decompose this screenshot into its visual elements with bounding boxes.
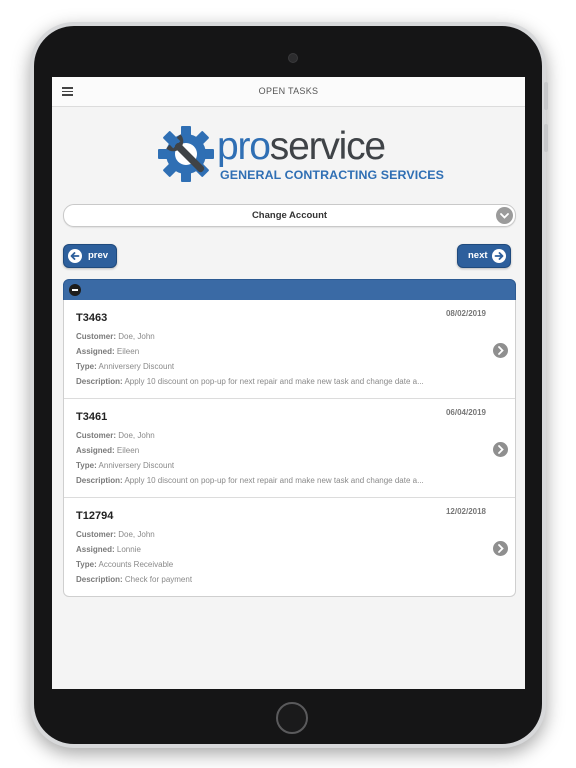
chevron-right-icon[interactable] (493, 541, 508, 556)
top-bar: OPEN TASKS (52, 77, 525, 107)
task-type: Type: Anniversery Discount (76, 362, 175, 371)
logo-tagline: GENERAL CONTRACTING SERVICES (220, 168, 445, 182)
task-row[interactable]: T3461 06/04/2019 Customer: Doe, John Ass… (64, 399, 515, 498)
task-type: Type: Accounts Receivable (76, 560, 174, 569)
app-screen: OPEN TASKS proservice GENERAL CONTRACTIN… (52, 77, 525, 689)
change-account-label: Change Account (251, 210, 328, 221)
chevron-down-icon (496, 207, 513, 224)
task-list-header (63, 279, 516, 301)
task-list: T3463 08/02/2019 Customer: Doe, John Ass… (63, 300, 516, 597)
change-account-select[interactable]: Change Account (63, 204, 516, 227)
side-button (544, 82, 548, 110)
task-customer: Customer: Doe, John (76, 431, 155, 440)
task-row[interactable]: T3463 08/02/2019 Customer: Doe, John Ass… (64, 300, 515, 399)
next-button[interactable]: next (457, 244, 511, 268)
gear-wrench-icon (158, 126, 214, 182)
chevron-right-icon[interactable] (493, 343, 508, 358)
next-label: next (468, 250, 488, 261)
task-description: Description: Apply 10 discount on pop-up… (76, 476, 424, 485)
task-assigned: Assigned: Eileen (76, 347, 140, 356)
camera-icon (288, 53, 298, 63)
task-customer: Customer: Doe, John (76, 332, 155, 341)
task-date: 08/02/2019 (445, 309, 486, 318)
task-id: T3461 (76, 411, 108, 423)
prev-label: prev (88, 250, 109, 261)
page-title: OPEN TASKS (258, 86, 319, 96)
task-assigned: Assigned: Lonnie (76, 545, 141, 554)
prev-button[interactable]: prev (63, 244, 117, 268)
minus-icon[interactable] (69, 284, 81, 296)
logo-wordmark: proservice (217, 125, 386, 168)
home-button[interactable] (276, 702, 308, 734)
task-type: Type: Anniversery Discount (76, 461, 175, 470)
task-assigned: Assigned: Eileen (76, 446, 140, 455)
chevron-right-icon[interactable] (493, 442, 508, 457)
arrow-right-icon (492, 249, 506, 263)
task-description: Description: Apply 10 discount on pop-up… (76, 377, 424, 386)
task-description: Description: Check for payment (76, 575, 193, 584)
task-customer: Customer: Doe, John (76, 530, 155, 539)
side-button (544, 124, 548, 152)
task-id: T3463 (76, 312, 108, 324)
task-date: 06/04/2019 (445, 408, 486, 417)
task-row[interactable]: T12794 12/02/2018 Customer: Doe, John As… (64, 498, 515, 596)
company-logo: proservice GENERAL CONTRACTING SERVICES (156, 124, 444, 188)
task-id: T12794 (76, 510, 114, 522)
task-date: 12/02/2018 (445, 507, 486, 516)
arrow-left-icon (68, 249, 82, 263)
